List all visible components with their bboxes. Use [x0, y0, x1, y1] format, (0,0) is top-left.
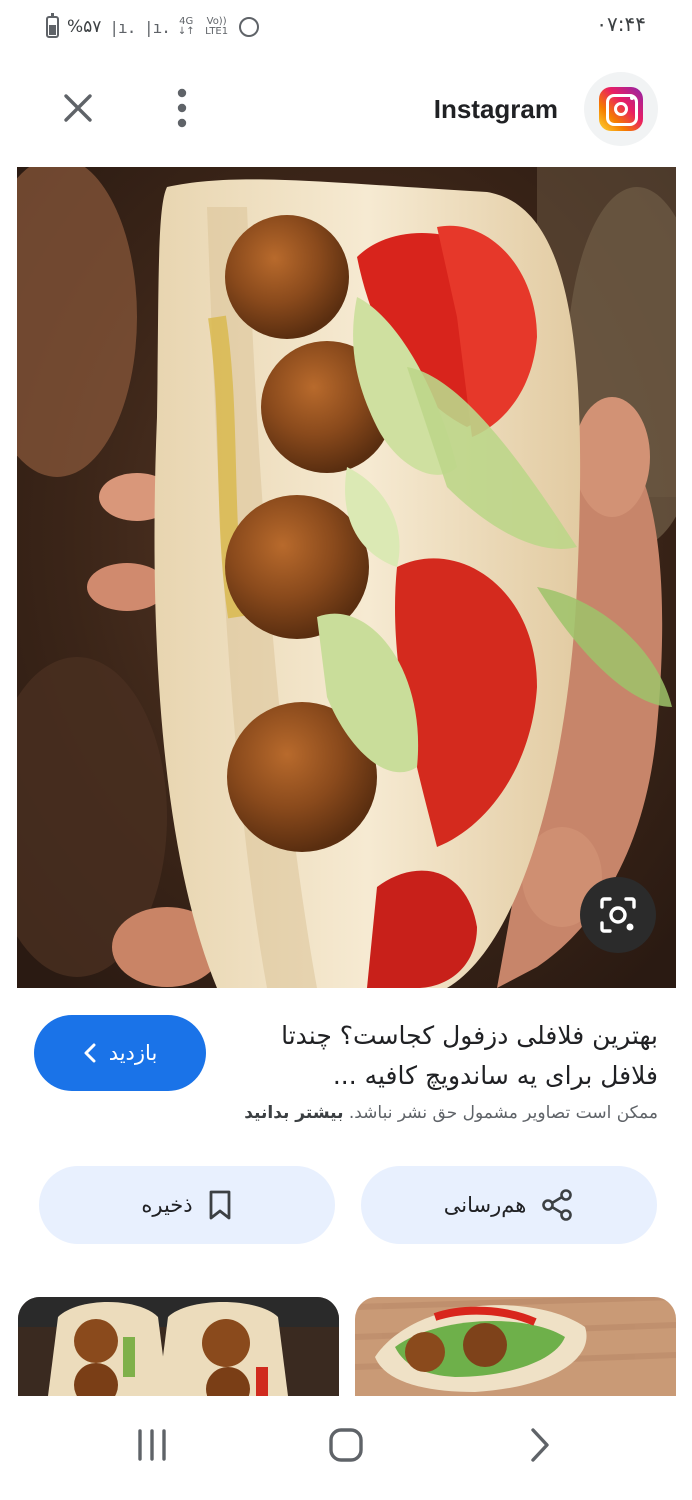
save-button[interactable]: ذخیره — [39, 1166, 335, 1244]
alarm-icon — [238, 17, 259, 37]
copyright-text: ممکن است تصاویر مشمول حق نشر نباشد. — [348, 1103, 658, 1123]
home-icon — [329, 1428, 363, 1462]
recents-button[interactable] — [122, 1422, 182, 1468]
falafel-sandwich-image — [17, 167, 676, 988]
falafel-thumbnail-1 — [18, 1297, 339, 1396]
back-icon — [531, 1428, 549, 1462]
battery-level: %۵۷ — [67, 17, 102, 37]
share-label: هم‌رسانی — [443, 1193, 527, 1217]
source-logo[interactable] — [584, 72, 658, 146]
home-button[interactable] — [316, 1422, 376, 1468]
recents-icon — [138, 1429, 166, 1461]
visit-button[interactable]: بازدید — [34, 1015, 206, 1091]
signal-icon: |ı. |ı. — [109, 17, 170, 37]
related-image-2[interactable] — [355, 1297, 676, 1396]
system-nav-bar — [0, 1396, 692, 1500]
save-label: ذخیره — [141, 1193, 193, 1217]
chevron-left-icon — [84, 1043, 96, 1063]
falafel-thumbnail-2 — [355, 1297, 676, 1396]
visit-label: بازدید — [108, 1041, 158, 1065]
instagram-icon — [599, 87, 643, 131]
close-button[interactable] — [52, 82, 104, 134]
source-name[interactable]: Instagram — [434, 94, 558, 125]
copyright-notice: ممکن است تصاویر مشمول حق نشر نباشد. بیشت… — [58, 1103, 658, 1123]
viewer-header: Instagram — [0, 64, 692, 156]
status-bar: %۵۷ |ı. |ı. 4G ↓↑ Vo)) LTE1 ۰۷:۴۴ — [0, 0, 692, 56]
bookmark-icon — [209, 1190, 231, 1220]
close-icon — [64, 94, 92, 122]
status-time: ۰۷:۴۴ — [596, 12, 646, 36]
main-image[interactable] — [17, 167, 676, 988]
battery-icon — [46, 13, 59, 38]
share-icon — [542, 1189, 573, 1221]
back-button[interactable] — [510, 1422, 570, 1468]
volte-indicator: Vo)) LTE1 — [205, 16, 229, 37]
network-type: 4G ↓↑ — [177, 16, 195, 37]
status-icons: %۵۷ |ı. |ı. 4G ↓↑ Vo)) LTE1 — [46, 13, 259, 40]
result-title[interactable]: بهترین فلافلی دزفول کجاست؟ چندتا فلافل ب… — [228, 1016, 658, 1096]
lens-button[interactable] — [580, 877, 656, 953]
more-options-button[interactable] — [156, 82, 208, 134]
share-button[interactable]: هم‌رسانی — [361, 1166, 657, 1244]
related-image-1[interactable] — [18, 1297, 339, 1396]
lens-camera-icon — [600, 897, 636, 933]
learn-more-link[interactable]: بیشتر بدانید — [244, 1103, 343, 1123]
more-vert-icon — [177, 88, 187, 128]
